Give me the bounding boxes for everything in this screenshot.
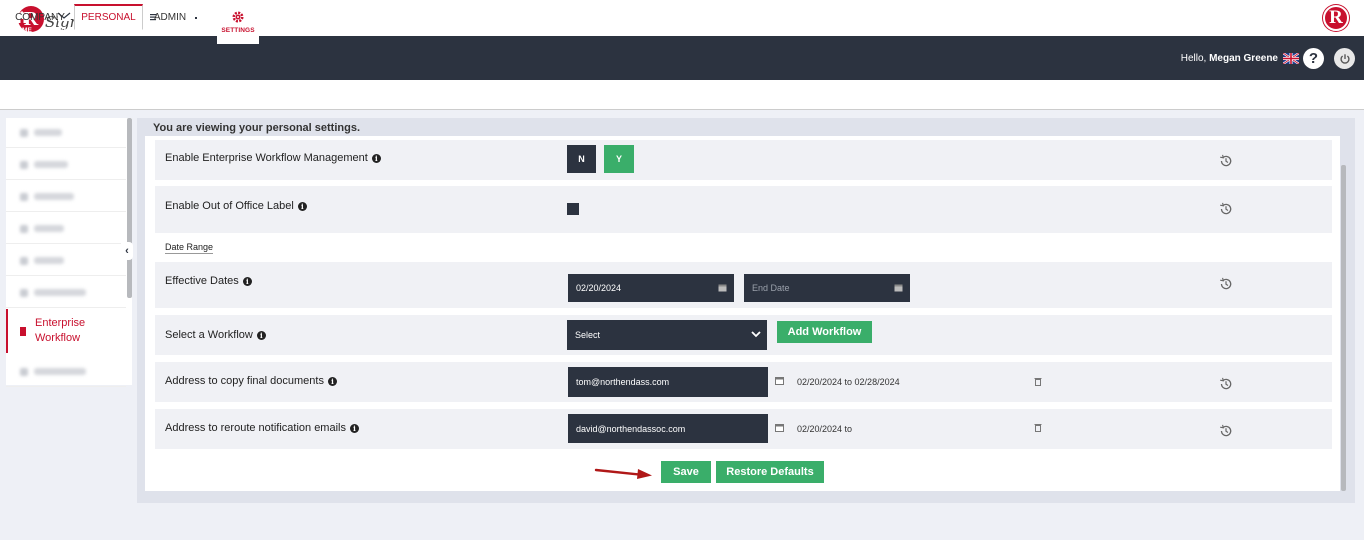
sidebar-item-blurred[interactable] [6, 357, 126, 387]
restore-defaults-button[interactable]: Restore Defaults [716, 461, 824, 483]
sidebar-item-label-line2: Workflow [35, 332, 81, 344]
user-name: Megan Greene [1209, 53, 1278, 64]
select-workflow-label: Select a Workflow i [165, 329, 266, 341]
copy-address-label: Address to copy final documents i [165, 375, 337, 387]
copy-address-value: tom@northendass.com [576, 377, 670, 387]
date-range-heading: Date Range [165, 242, 214, 254]
start-date-value: 02/20/2024 [576, 283, 622, 293]
end-date-placeholder: End Date [752, 283, 790, 293]
info-icon[interactable]: i [242, 276, 252, 286]
toggle-no-button[interactable]: N [567, 145, 596, 173]
brand-corner-logo: R [1323, 5, 1349, 31]
copy-address-range: 02/20/2024 to 02/28/2024 [797, 377, 900, 387]
history-icon[interactable] [1219, 277, 1233, 291]
tab-personal[interactable]: PERSONAL [74, 4, 143, 30]
settings-sidebar: Enterprise Workflow [6, 118, 132, 387]
history-icon[interactable] [1219, 377, 1233, 391]
label-text: Effective Dates [165, 275, 239, 287]
power-icon[interactable] [1334, 48, 1355, 69]
calendar-icon[interactable] [718, 283, 727, 292]
save-button[interactable]: Save [661, 461, 711, 483]
tab-company[interactable]: COMPANY [10, 5, 70, 30]
sidebar-item-blurred[interactable] [6, 118, 126, 148]
trash-icon[interactable] [1034, 423, 1042, 432]
chevron-down-icon [751, 331, 761, 338]
history-icon[interactable] [1219, 424, 1233, 438]
effective-dates-label: Effective Dates i [165, 275, 252, 287]
gear-icon [232, 11, 244, 23]
history-icon[interactable] [1219, 202, 1233, 216]
label-text: Address to copy final documents [165, 375, 324, 387]
label-text: Select a Workflow [165, 329, 253, 341]
label-text: Enable Out of Office Label [165, 200, 294, 212]
info-icon[interactable]: i [371, 153, 381, 163]
settings-tabbar [0, 80, 1364, 110]
label-text: Address to reroute notification emails [165, 422, 346, 434]
reroute-address-value: david@northendassoc.com [576, 423, 686, 434]
sidebar-item-label-line1: Enterprise [35, 317, 86, 329]
greeting-text: Hello, [1180, 53, 1207, 64]
chevron-left-icon[interactable]: ‹ [121, 242, 133, 260]
user-greeting: Hello, Megan Greene [1181, 53, 1278, 64]
info-icon[interactable]: i [327, 376, 337, 386]
sidebar-item-blurred[interactable] [6, 278, 126, 308]
workflow-select[interactable]: Select [567, 320, 767, 350]
start-date-input[interactable]: 02/20/2024 [568, 274, 734, 302]
sidebar-item-enterprise-workflow[interactable]: Enterprise Workflow [6, 309, 126, 353]
sidebar-item-blurred[interactable] [6, 246, 126, 276]
info-icon[interactable]: i [256, 330, 266, 340]
copy-address-input[interactable]: tom@northendass.com [568, 367, 768, 397]
add-workflow-button[interactable]: Add Workflow [777, 321, 872, 343]
tab-admin[interactable]: ADMIN [148, 5, 192, 30]
out-of-office-checkbox[interactable] [567, 203, 579, 215]
calendar-icon[interactable] [775, 376, 784, 385]
toggle-yes-button[interactable]: Y [604, 145, 634, 173]
info-icon[interactable]: i [349, 423, 359, 433]
document-icon [20, 326, 26, 336]
out-of-office-label: Enable Out of Office Label i [165, 200, 307, 212]
arrow-right-icon [594, 468, 652, 479]
reroute-address-range: 02/20/2024 to [797, 424, 853, 434]
nav-settings-label: SETTINGS [221, 27, 255, 34]
panel-title: You are viewing your personal settings. [153, 122, 361, 134]
row-out-of-office [155, 186, 1332, 233]
end-date-input[interactable]: End Date [744, 274, 910, 302]
history-icon[interactable] [1219, 154, 1233, 168]
reroute-address-input[interactable]: david@northendassoc.com [568, 414, 768, 443]
calendar-icon[interactable] [894, 283, 903, 292]
content-scrollbar[interactable] [1341, 165, 1346, 491]
info-icon[interactable]: i [297, 201, 307, 211]
calendar-icon[interactable] [775, 423, 784, 432]
sidebar-item-blurred[interactable] [6, 214, 126, 244]
uk-flag-icon[interactable] [1283, 53, 1299, 64]
workflow-select-value: Select [575, 330, 601, 340]
trash-icon[interactable] [1034, 377, 1042, 386]
reroute-address-label: Address to reroute notification emails i [165, 422, 359, 434]
sidebar-item-blurred[interactable] [6, 182, 126, 212]
help-icon[interactable]: ? [1303, 48, 1324, 69]
nav-settings[interactable]: SETTINGS [217, 0, 259, 44]
enterprise-workflow-label: Enable Enterprise Workflow Management i [165, 152, 381, 164]
sidebar-scrollbar[interactable] [127, 118, 132, 298]
label-text: Enable Enterprise Workflow Management [165, 152, 368, 164]
sidebar-item-blurred[interactable] [6, 150, 126, 180]
